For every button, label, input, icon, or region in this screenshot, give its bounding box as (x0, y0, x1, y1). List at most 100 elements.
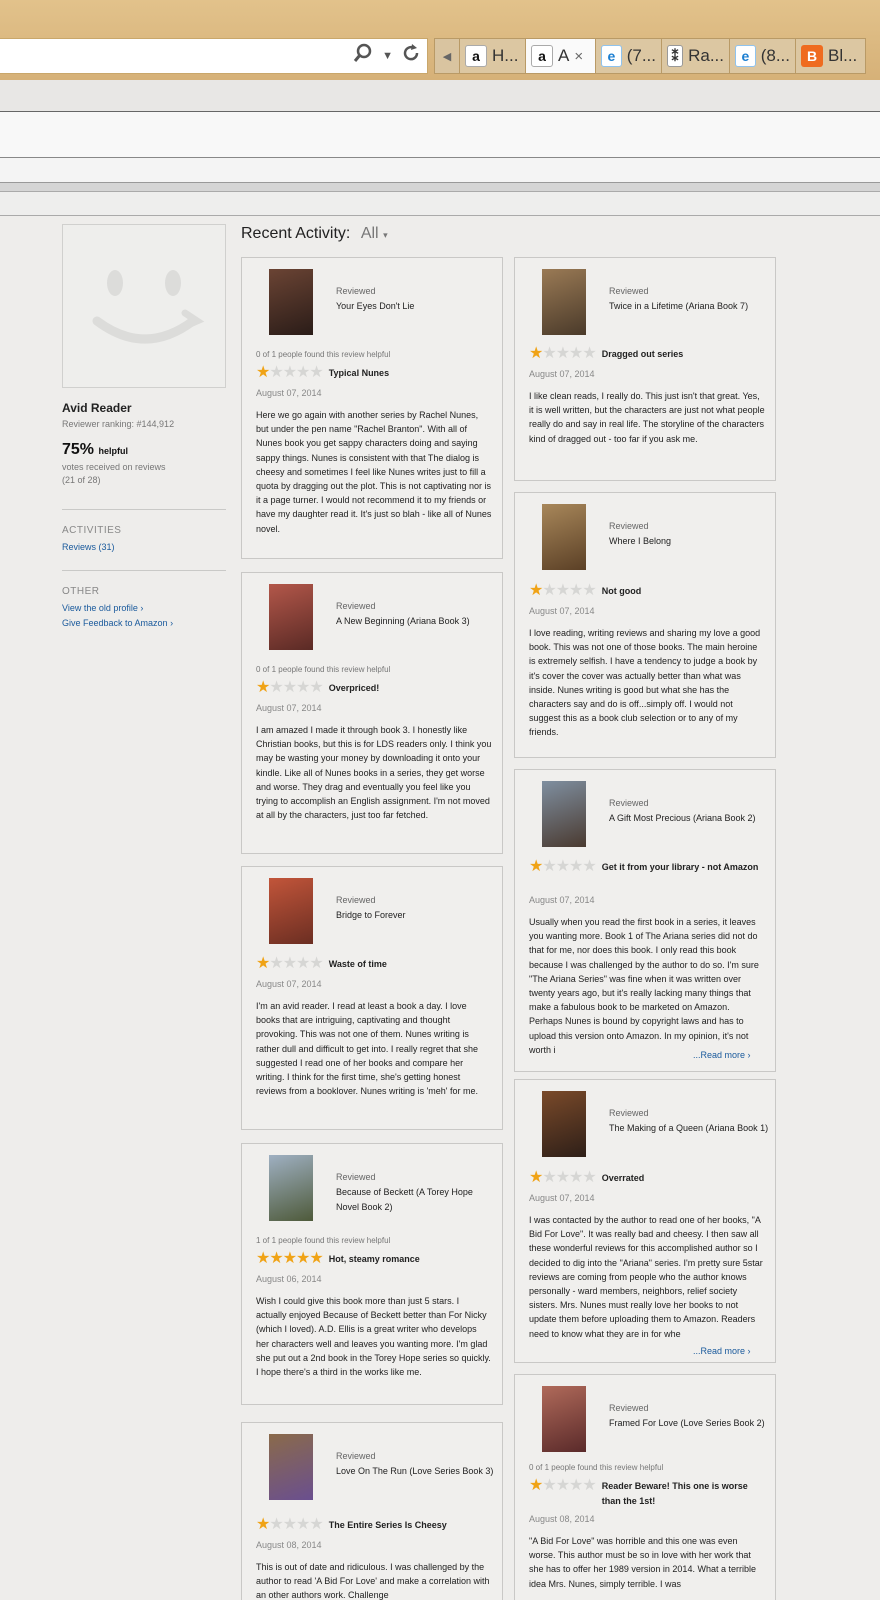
book-cover-image[interactable] (269, 1155, 313, 1221)
star-empty-icon: ★ (542, 858, 556, 875)
book-cover-image[interactable] (269, 269, 313, 335)
star-empty-icon: ★ (296, 364, 310, 381)
amazon-icon: a (531, 45, 553, 67)
read-more-link[interactable]: ...Read more › (691, 1346, 751, 1356)
recent-activity-heading: Recent Activity: All ▾ (241, 225, 388, 242)
book-title-link[interactable]: Where I Belong (609, 534, 769, 549)
review-card: Reviewed A New Beginning (Ariana Book 3) 0… (241, 572, 503, 854)
book-title-link[interactable]: A New Beginning (Ariana Book 3) (336, 614, 496, 629)
book-cover-image[interactable] (542, 1091, 586, 1157)
feedback-link[interactable]: Give Feedback to Amazon › (62, 618, 173, 628)
rating-row: ★★★★★ Overrated (529, 1169, 765, 1186)
reviewed-label: Reviewed (609, 1403, 649, 1413)
rating-row: ★★★★★ Get it from your library - not Amaz… (529, 858, 765, 875)
book-cover-image[interactable] (542, 781, 586, 847)
book-cover-image[interactable] (269, 584, 313, 650)
reviews-link[interactable]: Reviews (31) (62, 542, 115, 552)
helpful-percent: 75% helpful (62, 441, 128, 458)
book-cover-image[interactable] (269, 878, 313, 944)
star-filled-icon: ★ (529, 582, 543, 599)
read-more-link[interactable]: ...Read more › (691, 1050, 751, 1060)
review-title[interactable]: Overrated (602, 1171, 645, 1186)
review-date: August 07, 2014 (256, 388, 322, 398)
star-empty-icon: ★ (582, 345, 596, 362)
votes-summary: votes received on reviews (21 of 28) (62, 462, 166, 485)
book-title-link[interactable]: Twice in a Lifetime (Ariana Book 7) (609, 299, 769, 314)
ie-icon: e (601, 45, 622, 67)
site-nav-divider (0, 182, 880, 192)
browser-tab[interactable]: B Bl... (796, 38, 866, 74)
reviewed-label: Reviewed (609, 286, 649, 296)
review-title[interactable]: Dragged out series (602, 347, 684, 362)
helpful-votes: 0 of 1 people found this review helpful (256, 665, 391, 674)
star-empty-icon: ★ (309, 955, 323, 972)
review-card: Reviewed Bridge to Forever ★★★★★ Waste of t… (241, 866, 503, 1130)
dropdown-arrow-icon[interactable]: ▼ (382, 50, 393, 62)
book-cover-image[interactable] (542, 269, 586, 335)
book-title-link[interactable]: Because of Beckett (A Torey Hope Novel B… (336, 1185, 496, 1215)
review-body: I love reading, writing reviews and shar… (529, 628, 761, 738)
review-title[interactable]: Get it from your library - not Amazon (602, 860, 759, 875)
star-empty-icon: ★ (542, 1477, 556, 1494)
star-filled-icon: ★ (282, 1250, 297, 1267)
address-bar[interactable]: ▼ (0, 38, 428, 74)
helpful-votes: 0 of 1 people found this review helpful (529, 1463, 664, 1472)
activity-filter-dropdown[interactable]: All ▾ (361, 225, 388, 242)
review-title[interactable]: Reader Beware! This one is worse than th… (602, 1479, 765, 1509)
book-title-link[interactable]: The Making of a Queen (Ariana Book 1) (609, 1121, 769, 1136)
review-title[interactable]: Waste of time (329, 957, 387, 972)
book-cover-image[interactable] (542, 504, 586, 570)
review-card: Reviewed Your Eyes Don't Lie 0 of 1 people… (241, 257, 689, 559)
star-empty-icon: ★ (269, 1516, 283, 1533)
review-body: I like clean reads, I really do. This ju… (529, 391, 765, 444)
tab-strip: ◀ a H... a A × e (7... ⁑ Ra... e (8... B Bl... (434, 38, 866, 74)
browser-tab[interactable]: e (8... (730, 38, 796, 74)
review-title[interactable]: Overpriced! (329, 681, 380, 696)
star-rating: ★★★★★ (256, 364, 324, 381)
old-profile-link[interactable]: View the old profile › (62, 603, 143, 613)
reviewed-label: Reviewed (336, 1451, 376, 1461)
reviewed-label: Reviewed (336, 286, 376, 296)
book-title-link[interactable]: Love On The Run (Love Series Book 3) (336, 1464, 496, 1479)
review-title[interactable]: The Entire Series Is Cheesy (329, 1518, 447, 1533)
star-empty-icon: ★ (296, 955, 310, 972)
review-date: August 08, 2014 (256, 1540, 322, 1550)
browser-tab[interactable]: a A × (526, 38, 596, 74)
browser-tab[interactable]: ⁑ Ra... (662, 38, 730, 74)
review-card: Reviewed Love On The Run (Love Series Boo… (241, 1422, 503, 1600)
book-title-link[interactable]: Framed For Love (Love Series Book 2) (609, 1416, 769, 1431)
star-empty-icon: ★ (282, 955, 297, 972)
tab-scroll-left-icon[interactable]: ◀ (434, 38, 460, 74)
star-rating: ★★★★★ (529, 582, 597, 599)
book-title-link[interactable]: Your Eyes Don't Lie (336, 299, 496, 314)
review-card: Reviewed Framed For Love (Love Series Boo… (514, 1374, 776, 1600)
review-body: Usually when you read the first book in … (529, 917, 759, 1055)
book-cover-image[interactable] (269, 1434, 313, 1500)
book-title-link[interactable]: A Gift Most Precious (Ariana Book 2) (609, 811, 769, 826)
review-date: August 07, 2014 (529, 895, 595, 905)
star-empty-icon: ★ (582, 582, 596, 599)
search-icon[interactable] (352, 42, 374, 70)
rating-row: ★★★★★ Not good (529, 582, 765, 599)
star-empty-icon: ★ (582, 1169, 596, 1186)
star-empty-icon: ★ (269, 955, 283, 972)
star-empty-icon: ★ (569, 858, 583, 875)
star-empty-icon: ★ (555, 345, 570, 362)
book-title-link[interactable]: Bridge to Forever (336, 908, 496, 923)
rating-row: ★★★★★ Waste of time (256, 955, 492, 972)
book-cover-image[interactable] (542, 1386, 586, 1452)
browser-tab[interactable]: a H... (460, 38, 526, 74)
star-empty-icon: ★ (569, 1169, 583, 1186)
star-empty-icon: ★ (269, 364, 283, 381)
review-title[interactable]: Hot, steamy romance (329, 1252, 420, 1267)
review-title[interactable]: Typical Nunes (329, 366, 389, 381)
close-icon[interactable]: × (574, 48, 583, 65)
refresh-icon[interactable] (401, 43, 421, 69)
browser-tab[interactable]: e (7... (596, 38, 662, 74)
rating-row: ★★★★★ The Entire Series Is Cheesy (256, 1516, 492, 1533)
activities-title: ACTIVITIES (62, 525, 122, 536)
review-card: Reviewed Twice in a Lifetime (Ariana Book… (514, 257, 776, 481)
rating-row: ★★★★★ Dragged out series (529, 345, 765, 362)
review-card: Reviewed A Gift Most Precious (Ariana Boo… (514, 769, 776, 1072)
review-title[interactable]: Not good (602, 584, 642, 599)
